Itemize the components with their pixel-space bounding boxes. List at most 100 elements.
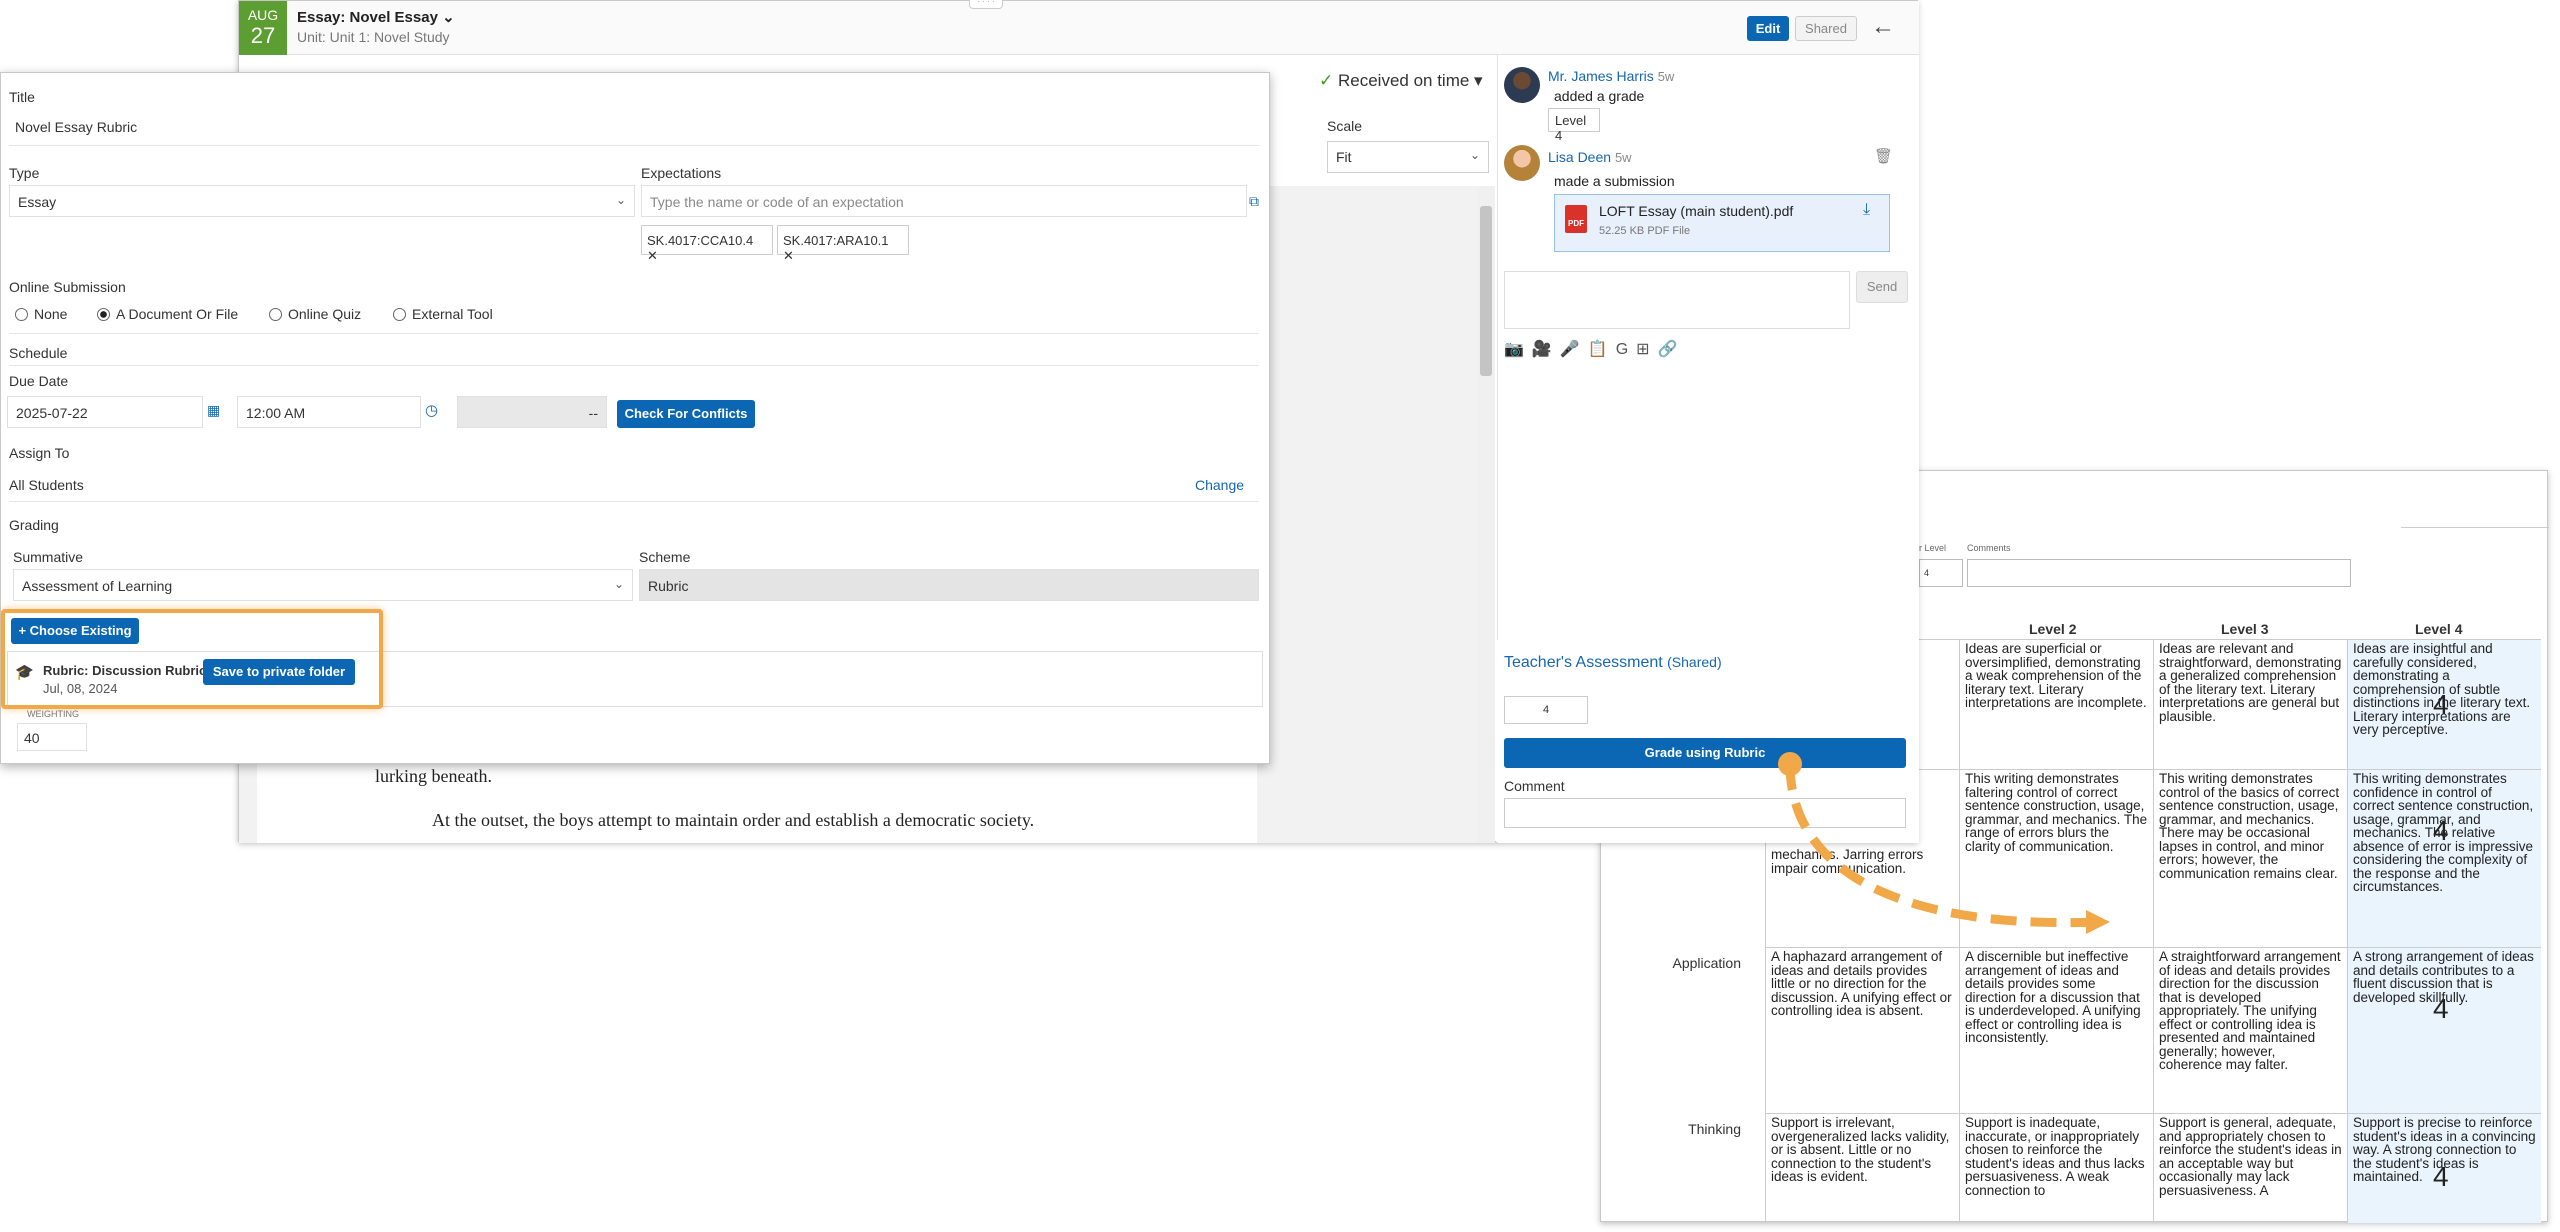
submission-status-label: Received on time ▾	[1337, 71, 1483, 90]
expectations-label: Expectations	[641, 165, 722, 181]
student-time: 5w	[1614, 150, 1632, 165]
scale-label: Scale	[1327, 118, 1363, 134]
download-icon[interactable]: ⤓	[1863, 201, 1870, 219]
radio-label: External Tool	[412, 306, 493, 322]
clock-icon[interactable]: ◷	[425, 401, 438, 419]
submission-file[interactable]: PDF LOFT Essay (main student).pdf 52.25 …	[1554, 194, 1890, 252]
avatar	[1504, 145, 1540, 181]
shared-button[interactable]: Shared	[1795, 16, 1857, 41]
teacher-name-text[interactable]: Mr. James Harris	[1548, 68, 1654, 84]
document-viewer-margin	[239, 761, 257, 843]
rubric-cell[interactable]: Ideas are relevant and straightforward, …	[2153, 639, 2347, 769]
weighting-label: WEIGHTING	[27, 709, 79, 719]
shared-tag: (Shared)	[1667, 654, 1722, 670]
student-name-text[interactable]: Lisa Deen	[1548, 149, 1611, 165]
rubric-selected-mark: 4	[2433, 815, 2449, 846]
rubric-cell[interactable]: A haphazard arrangement of ideas and det…	[1765, 947, 1959, 1113]
dashed-arrow-path	[1785, 763, 2101, 928]
radio-online-quiz[interactable]: Online Quiz	[269, 306, 361, 322]
summative-label: Summative	[13, 549, 84, 565]
assignment-header: AUG 27 Essay: Novel Essay ⌄ Unit: Unit 1…	[239, 1, 1919, 55]
type-label: Type	[9, 165, 40, 181]
radio-icon	[393, 308, 406, 321]
divider	[9, 145, 1259, 146]
attachment-toolbar[interactable]: 📷🎥🎤📋G⊞🔗	[1504, 339, 1685, 359]
submission-status[interactable]: ✓ Received on time ▾	[1319, 71, 1483, 91]
rubric-cell-selected[interactable]: This writing demonstrates confidence in …	[2347, 769, 2541, 947]
grade-badge: Level 4	[1548, 108, 1600, 143]
trash-icon[interactable]: 🗑	[1874, 147, 1893, 165]
rubric-cell[interactable]: A straightforward arrangement of ideas a…	[2153, 947, 2347, 1113]
type-select[interactable]: Essay ⌄	[9, 185, 635, 217]
rubric-comments-header: Comments	[1967, 543, 2011, 553]
edit-button[interactable]: Edit	[1747, 16, 1789, 41]
title-label: Title	[9, 89, 35, 105]
divider	[2401, 527, 2549, 528]
document-scroll-thumb[interactable]	[1480, 206, 1492, 376]
due-date-input[interactable]: 2025-07-22	[7, 396, 203, 428]
comment-label: Comment	[1504, 778, 1565, 794]
reply-input[interactable]	[1504, 271, 1850, 329]
expectation-tag[interactable]: SK.4017:CCA10.4 ✕	[641, 225, 773, 263]
chevron-down-icon: ⌄	[1469, 148, 1480, 162]
title-value[interactable]: Novel Essay Rubric	[15, 119, 137, 135]
annotation-arrow	[1778, 752, 2110, 934]
avatar	[1504, 67, 1540, 103]
rubric-level-4-header: Level 4	[2415, 621, 2463, 637]
callout-highlight	[1, 609, 383, 709]
teacher-name[interactable]: Mr. James Harris 5w	[1548, 68, 1674, 84]
radio-none[interactable]: None	[15, 306, 67, 322]
file-name[interactable]: LOFT Essay (main student).pdf	[1599, 203, 1793, 219]
radio-external-tool[interactable]: External Tool	[393, 306, 493, 322]
score-input[interactable]: 4	[1504, 696, 1588, 724]
summative-select[interactable]: Assessment of Learning ⌄	[13, 569, 633, 601]
type-value: Essay	[18, 194, 57, 210]
date-badge: AUG 27	[239, 1, 287, 55]
rubric-level-box[interactable]: 4	[1919, 559, 1963, 587]
expectation-tag[interactable]: SK.4017:ARA10.1 ✕	[777, 225, 909, 263]
rubric-cell[interactable]: A discernible but ineffective arrangemen…	[1959, 947, 2153, 1113]
online-submission-label: Online Submission	[9, 279, 126, 295]
assignment-title[interactable]: Essay: Novel Essay ⌄	[297, 8, 455, 26]
rubric-cell[interactable]: This writing demonstrates control of the…	[2153, 769, 2347, 947]
scheme-label: Scheme	[639, 549, 691, 565]
file-meta: 52.25 KB PDF File	[1599, 225, 1691, 237]
assign-to-value: All Students	[9, 477, 84, 493]
divider	[9, 365, 1259, 366]
scheme-value: Rubric	[639, 569, 1259, 601]
divider	[9, 333, 1259, 334]
scale-select[interactable]: Fit ⌄	[1327, 141, 1489, 173]
back-arrow-icon[interactable]: ←	[1871, 13, 1895, 41]
rubric-level-header: r Level	[1919, 543, 1947, 553]
teacher-time: 5w	[1657, 69, 1675, 84]
expectations-input[interactable]: Type the name or code of an expectation	[641, 185, 1247, 217]
arrow-head	[2086, 910, 2110, 934]
rubric-comments-box[interactable]	[1967, 559, 2351, 587]
teacher-assessment-title: Teacher's Assessment (Shared)	[1504, 654, 1722, 672]
rubric-cell[interactable]: Support is inadequate, inaccurate, or in…	[1959, 1113, 2153, 1223]
radio-label: A Document Or File	[116, 306, 239, 322]
weighting-input[interactable]: 40	[17, 723, 87, 751]
rubric-cell-selected[interactable]: A strong arrangement of ideas and detail…	[2347, 947, 2541, 1113]
student-name[interactable]: Lisa Deen 5w	[1548, 149, 1632, 165]
rubric-cell[interactable]: Support is irrelevant, overgeneralized l…	[1765, 1113, 1959, 1223]
calendar-icon[interactable]: ▦	[207, 402, 220, 419]
teacher-action: added a grade	[1554, 88, 1645, 104]
chevron-down-icon: ⌄	[615, 193, 626, 207]
check-icon: ✓	[1319, 71, 1334, 90]
assignment-unit: Unit: Unit 1: Novel Study	[297, 29, 450, 45]
due-time-input[interactable]: 12:00 AM	[237, 396, 421, 428]
grading-label: Grading	[9, 517, 59, 533]
student-action: made a submission	[1554, 173, 1675, 189]
change-link[interactable]: Change	[1195, 477, 1244, 493]
chevron-down-icon: ⌄	[613, 577, 624, 591]
drag-handle-icon[interactable]: · · · ·	[969, 0, 1003, 9]
rubric-selected-mark: 4	[2433, 1161, 2449, 1192]
rubric-row-label: Thinking	[1688, 1121, 1741, 1137]
radio-document[interactable]: A Document Or File	[97, 306, 238, 322]
check-for-conflicts-button[interactable]: Check For Conflicts	[617, 400, 755, 428]
send-button[interactable]: Send	[1856, 271, 1908, 303]
rubric-cell[interactable]: Support is general, adequate, and approp…	[2153, 1113, 2347, 1223]
external-link-icon[interactable]: ⧉	[1249, 193, 1259, 210]
teacher-assessment-title-text: Teacher's Assessment	[1504, 654, 1663, 671]
